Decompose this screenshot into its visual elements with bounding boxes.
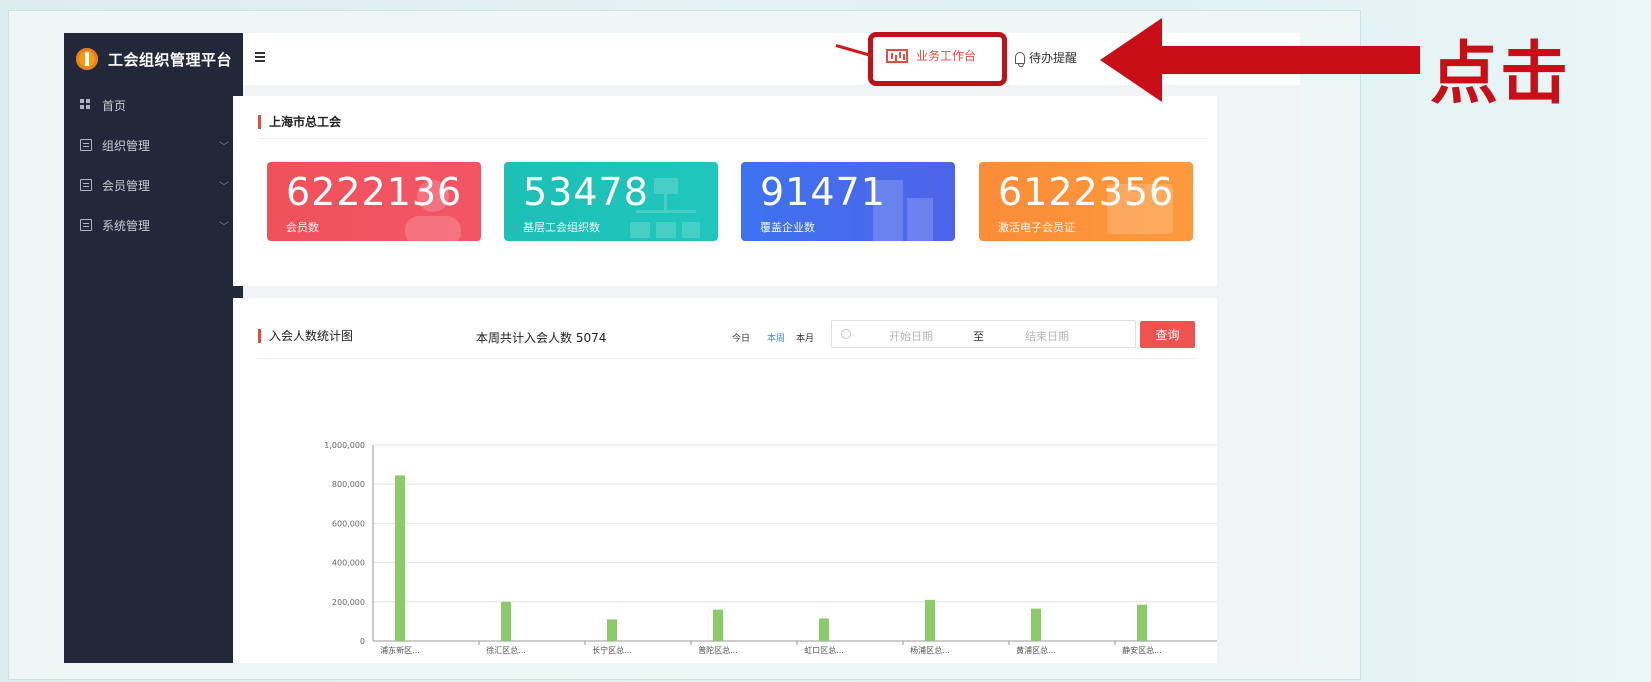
chart-bar <box>1137 604 1147 641</box>
chevron-down-icon: ﹀ <box>219 181 229 193</box>
logo-row: 工会组织管理平台 <box>64 33 243 85</box>
sidebar-item-label: 会员管理 <box>102 178 151 193</box>
sidebar-item-label: 系统管理 <box>102 218 151 233</box>
stats-panel: 上海市总工会 6222136 会员数 53478 基层工会组织数 91471 覆… <box>233 96 1217 286</box>
arrow-left-icon <box>1100 18 1420 102</box>
todo-label: 待办提醒 <box>1029 51 1078 65</box>
grid-icon <box>80 99 92 111</box>
chart-bar <box>819 618 829 641</box>
e-card-count-card[interactable]: 6122356 激活电子会员证 <box>979 162 1193 241</box>
chart-bar <box>607 619 617 641</box>
y-tick-label: 0 <box>360 637 365 646</box>
highlight-frame <box>868 32 1007 86</box>
x-tick-label: 黄浦区总... <box>1016 645 1056 655</box>
chart-bar <box>501 601 511 641</box>
sidebar-item-home[interactable]: 首页 <box>64 85 243 125</box>
union-logo-icon <box>76 48 98 70</box>
x-tick-label: 徐汇区总... <box>486 645 526 655</box>
bell-icon <box>1015 51 1025 67</box>
chart-bar <box>1031 608 1041 641</box>
stat-label: 激活电子会员证 <box>998 221 1075 234</box>
sidebar-item-org-management[interactable]: 组织管理 ﹀ <box>64 125 243 165</box>
stats-title: 上海市总工会 <box>258 115 341 129</box>
sidebar-item-system-management[interactable]: 系统管理 ﹀ <box>64 205 243 245</box>
divider <box>258 138 1207 139</box>
x-tick-label: 普陀区总... <box>698 645 738 655</box>
stat-label: 覆盖企业数 <box>760 221 815 234</box>
stat-value: 53478 <box>523 170 649 214</box>
document-icon <box>80 139 92 151</box>
x-tick-label: 静安区总... <box>1122 645 1162 655</box>
x-tick-label: 浦东新区... <box>380 645 420 655</box>
document-icon <box>80 219 92 231</box>
app-window: 工会组织管理平台 首页 组织管理 ﹀ 会员管理 ﹀ 系统管理 ﹀ 业务工作台 待… <box>64 33 1300 663</box>
stat-label: 基层工会组织数 <box>523 221 600 234</box>
member-count-card[interactable]: 6222136 会员数 <box>267 162 481 241</box>
chevron-down-icon: ﹀ <box>219 141 229 153</box>
chart-bar <box>713 609 723 641</box>
sidebar-item-member-management[interactable]: 会员管理 ﹀ <box>64 165 243 205</box>
sidebar-item-label: 组织管理 <box>102 138 151 153</box>
y-tick-label: 1,000,000 <box>324 441 365 450</box>
enterprise-count-card[interactable]: 91471 覆盖企业数 <box>741 162 955 241</box>
y-tick-label: 400,000 <box>332 559 365 568</box>
stat-value: 6122356 <box>998 170 1175 214</box>
app-title: 工会组织管理平台 <box>108 50 233 69</box>
menu-toggle-icon[interactable] <box>255 52 265 54</box>
sidebar: 工会组织管理平台 首页 组织管理 ﹀ 会员管理 ﹀ 系统管理 ﹀ <box>64 33 243 663</box>
x-tick-label: 杨浦区总... <box>910 645 950 655</box>
chevron-down-icon: ﹀ <box>219 221 229 233</box>
chart-bar <box>395 475 405 641</box>
x-tick-label: 虹口区总... <box>804 645 844 655</box>
click-annotation-label: 点击 <box>1430 35 1571 114</box>
y-tick-label: 800,000 <box>332 480 365 489</box>
stat-value: 91471 <box>760 170 886 214</box>
stat-value: 6222136 <box>286 170 463 214</box>
org-count-card[interactable]: 53478 基层工会组织数 <box>504 162 718 241</box>
sidebar-item-label: 首页 <box>102 98 127 113</box>
chart-panel: 入会人数统计图 本周共计入会人数 5074 今日 本周 本月 开始日期 至 结束… <box>233 298 1217 663</box>
y-tick-label: 200,000 <box>332 598 365 607</box>
chart-bar <box>925 599 935 641</box>
y-tick-label: 600,000 <box>332 519 365 528</box>
x-tick-label: 长宁区总... <box>592 645 632 655</box>
document-icon <box>80 179 92 191</box>
stat-label: 会员数 <box>286 221 319 234</box>
member-join-bar-chart: 0 200,000 400,000 600,000 800,000 1,000,000 浦东… <box>324 441 1217 655</box>
todo-reminder-button[interactable]: 待办提醒 <box>1015 49 1078 67</box>
